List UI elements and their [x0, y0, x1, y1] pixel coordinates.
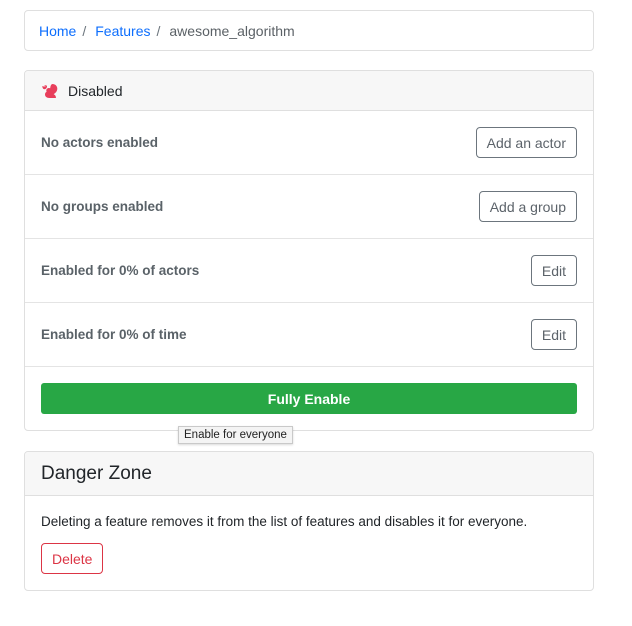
edit-percentage-time-button[interactable]: Edit	[530, 319, 577, 350]
actors-row: No actors enabled Add an actor	[25, 111, 593, 175]
danger-zone-title: Danger Zone	[25, 452, 593, 496]
danger-zone-description: Deleting a feature removes it from the l…	[41, 514, 528, 529]
fully-enable-tooltip: Enable for everyone	[178, 426, 293, 444]
groups-status-label: No groups enabled	[41, 199, 164, 214]
groups-row: No groups enabled Add a group	[25, 175, 593, 239]
breadcrumb-current: awesome_algorithm	[169, 22, 295, 39]
danger-zone-body: Deleting a feature removes it from the l…	[25, 496, 593, 590]
breadcrumb-home-link[interactable]: Home	[39, 23, 76, 39]
feature-status-header: Disabled	[25, 71, 593, 111]
danger-zone-card: Danger Zone Deleting a feature removes i…	[24, 451, 594, 591]
breadcrumb-separator: /	[82, 22, 87, 39]
fully-enable-button[interactable]: Fully Enable	[41, 383, 577, 414]
squirrel-icon	[41, 83, 59, 99]
add-actor-button[interactable]: Add an actor	[475, 127, 577, 158]
delete-button[interactable]: Delete	[41, 543, 104, 574]
feature-card: Disabled No actors enabled Add an actor …	[24, 70, 594, 431]
add-group-button[interactable]: Add a group	[478, 191, 577, 222]
breadcrumb-features-link[interactable]: Features	[95, 23, 150, 39]
percentage-time-label: Enabled for 0% of time	[41, 327, 187, 342]
actors-status-label: No actors enabled	[41, 135, 159, 150]
percentage-time-row: Enabled for 0% of time Edit	[25, 303, 593, 367]
feature-status-label: Disabled	[68, 82, 123, 99]
percentage-actors-row: Enabled for 0% of actors Edit	[25, 239, 593, 303]
breadcrumb-separator: /	[156, 22, 161, 39]
fully-enable-row: Fully Enable	[25, 367, 593, 430]
percentage-actors-label: Enabled for 0% of actors	[41, 263, 200, 278]
edit-percentage-actors-button[interactable]: Edit	[530, 255, 577, 286]
breadcrumb: Home / Features / awesome_algorithm	[24, 10, 594, 51]
